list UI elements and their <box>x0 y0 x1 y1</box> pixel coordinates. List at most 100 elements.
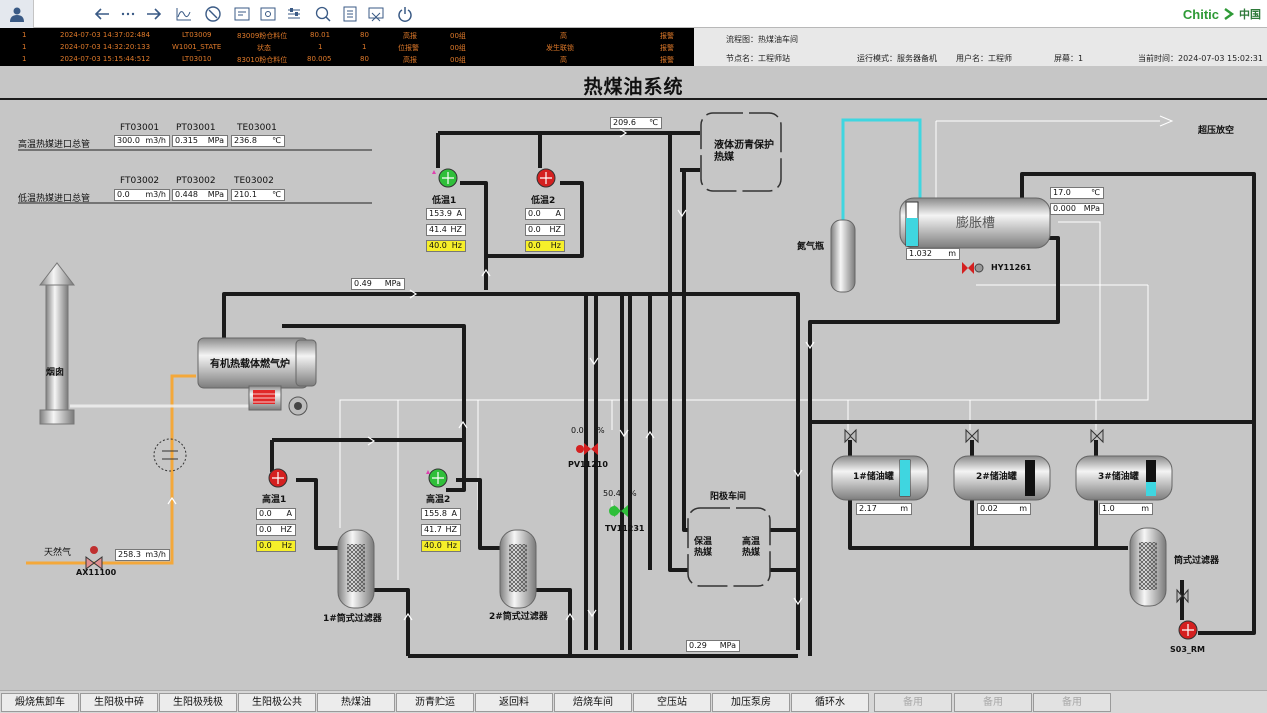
bottom-navigation: 煅烧焦卸车 生阳极中碎 生阳极残极 生阳极公共 热煤油 沥青贮运 返回料 焙烧车… <box>0 690 1267 713</box>
nav-tab[interactable]: 焙烧车间 <box>554 693 632 712</box>
nav-tab[interactable]: 生阳极公共 <box>238 693 316 712</box>
pump-low2[interactable] <box>536 168 556 188</box>
tank-2-level[interactable]: 0.02 m <box>977 503 1031 515</box>
high-pipe-label: 高温热媒进口总管 <box>18 140 91 150</box>
nitrogen-label: 氮气瓶 <box>797 242 825 252</box>
pump-low2-label: 低温2 <box>531 196 556 206</box>
keep-heat-label: 保温热媒 <box>694 537 713 558</box>
pt03001-value[interactable]: 0.315 MPa <box>172 135 228 147</box>
expansion-temp-value[interactable]: 17.0 ℃ <box>1050 187 1104 199</box>
gas-flow-meter <box>153 438 187 472</box>
bottom-pressure-value[interactable]: 0.29 MPa <box>686 640 740 652</box>
pv-valve-label: PV11210 <box>568 460 608 469</box>
pump-high1[interactable] <box>268 468 288 488</box>
mid-pressure-value[interactable]: 0.49 MPa <box>351 278 405 290</box>
pump-low2-current: 0.0 A <box>525 208 565 220</box>
pump-high2-hz: 41.7 HZ <box>421 524 461 536</box>
pump-high2[interactable] <box>426 468 448 488</box>
sliders-icon[interactable] <box>282 3 306 25</box>
back-arrow-icon[interactable] <box>90 3 114 25</box>
te03001-value[interactable]: 236.8 ℃ <box>231 135 285 147</box>
user-icon[interactable] <box>0 0 34 28</box>
gas-valve-label: AX11100 <box>76 568 117 577</box>
pump-low1[interactable] <box>432 168 458 188</box>
screen-icon[interactable] <box>230 3 254 25</box>
screen-number: 屏幕：1 <box>1054 54 1084 63</box>
nav-tab[interactable]: 加压泵房 <box>712 693 790 712</box>
trend-icon[interactable] <box>172 3 196 25</box>
more-icon[interactable] <box>116 3 140 25</box>
pump-high2-current: 155.8 A <box>421 508 461 520</box>
te03001-tag: TE03001 <box>237 123 277 133</box>
gas-valve-icon[interactable] <box>85 546 103 570</box>
stop-icon[interactable] <box>201 3 225 25</box>
gas-label: 天然气 <box>44 548 72 558</box>
tv-valve-label: TV11231 <box>605 524 645 533</box>
ft03001-tag: FT03001 <box>120 123 160 133</box>
hy-valve-label: HY11261 <box>991 263 1032 272</box>
search-chart-icon[interactable] <box>311 3 335 25</box>
tank-1-level[interactable]: 2.17 m <box>856 503 912 515</box>
ft03002-tag: FT03002 <box>120 176 160 186</box>
ft03002-value[interactable]: 0.0 m3/h <box>114 189 170 201</box>
settings-icon[interactable] <box>256 3 280 25</box>
alarm-row[interactable]: 1 2024-07-03 14:37:02:484 LT03009 83009粉… <box>0 29 694 41</box>
pt03002-value[interactable]: 0.448 MPa <box>172 189 228 201</box>
screenshot-icon[interactable] <box>364 3 388 25</box>
nav-tab-spare: 备用 <box>954 693 1032 712</box>
nav-tab[interactable]: 循环水 <box>791 693 869 712</box>
alarm-row[interactable]: 1 2024-07-03 15:15:44:512 LT03010 83010粉… <box>0 53 694 65</box>
pump-low1-setpoint[interactable]: 40.0 Hz <box>426 240 466 252</box>
ft03001-value[interactable]: 300.0 m3/h <box>114 135 170 147</box>
tank-3-label: 3#储油罐 <box>1098 472 1139 482</box>
pump-high1-hz: 0.0 HZ <box>256 524 296 536</box>
filter-3-label: 筒式过滤器 <box>1174 556 1220 566</box>
low-pipe-label: 低温热媒进口总管 <box>18 194 91 204</box>
filter-2-label: 2#筒式过滤器 <box>489 612 548 622</box>
nav-tab-spare: 备用 <box>1033 693 1111 712</box>
nav-tab[interactable]: 煅烧焦卸车 <box>1 693 79 712</box>
filter-1 <box>337 529 375 609</box>
pump-low2-setpoint[interactable]: 0.0 Hz <box>525 240 565 252</box>
expansion-level-value[interactable]: 1.032 m <box>906 248 960 260</box>
pt03002-tag: PT03002 <box>176 176 216 186</box>
pump-high1-setpoint[interactable]: 0.0 Hz <box>256 540 296 552</box>
nav-tab[interactable]: 空压站 <box>633 693 711 712</box>
nav-tab[interactable]: 生阳极残极 <box>159 693 237 712</box>
pump-high2-setpoint[interactable]: 40.0 Hz <box>421 540 461 552</box>
alarm-row[interactable]: 1 2024-07-03 14:32:20:133 W1001_STATE 状态… <box>0 41 694 53</box>
nav-tab[interactable]: 沥青贮运 <box>396 693 474 712</box>
nav-tab-active[interactable]: 热煤油 <box>317 693 395 712</box>
tv-percent: 50.4 <box>603 489 621 498</box>
power-icon[interactable] <box>393 3 417 25</box>
te03002-value[interactable]: 210.1 ℃ <box>231 189 285 201</box>
filter-1-label: 1#筒式过滤器 <box>323 614 382 624</box>
run-mode: 运行模式：服务器备机 <box>857 54 937 63</box>
tank-3-level[interactable]: 1.0 m <box>1099 503 1153 515</box>
filter-3 <box>1129 527 1167 607</box>
page-title: 热煤油系统 <box>583 76 684 98</box>
gas-flow-value[interactable]: 258.3 m3/h <box>115 549 170 561</box>
brand-logo: Chitic 中国 <box>1182 6 1261 22</box>
nitrogen-bottle <box>830 219 856 293</box>
expansion-pressure-value[interactable]: 0.000 MPa <box>1050 203 1104 215</box>
top-temp-value[interactable]: 209.6 ℃ <box>610 117 662 129</box>
pump-high2-label: 高温2 <box>426 495 451 505</box>
top-toolbar: Chitic 中国 <box>0 0 1267 28</box>
anode-workshop-label: 阳极车间 <box>710 492 747 502</box>
chimney <box>38 262 76 425</box>
document-icon[interactable] <box>338 3 362 25</box>
pump-s03[interactable] <box>1178 620 1198 640</box>
furnace <box>197 337 317 416</box>
tank-2-label: 2#储油罐 <box>976 472 1017 482</box>
vent-label: 超压放空 <box>1198 126 1235 136</box>
pump-low1-hz: 41.4 HZ <box>426 224 466 236</box>
hy-valve-icon[interactable] <box>962 262 984 274</box>
nav-tab[interactable]: 生阳极中碎 <box>80 693 158 712</box>
flow-name: 流程图：热煤油车间 <box>726 35 798 44</box>
pt03001-tag: PT03001 <box>176 123 216 133</box>
nav-tab[interactable]: 返回料 <box>475 693 553 712</box>
tv-valve-icon[interactable] <box>609 505 628 517</box>
forward-arrow-icon[interactable] <box>142 3 166 25</box>
alarm-list: 1 2024-07-03 14:37:02:484 LT03009 83009粉… <box>0 28 694 66</box>
